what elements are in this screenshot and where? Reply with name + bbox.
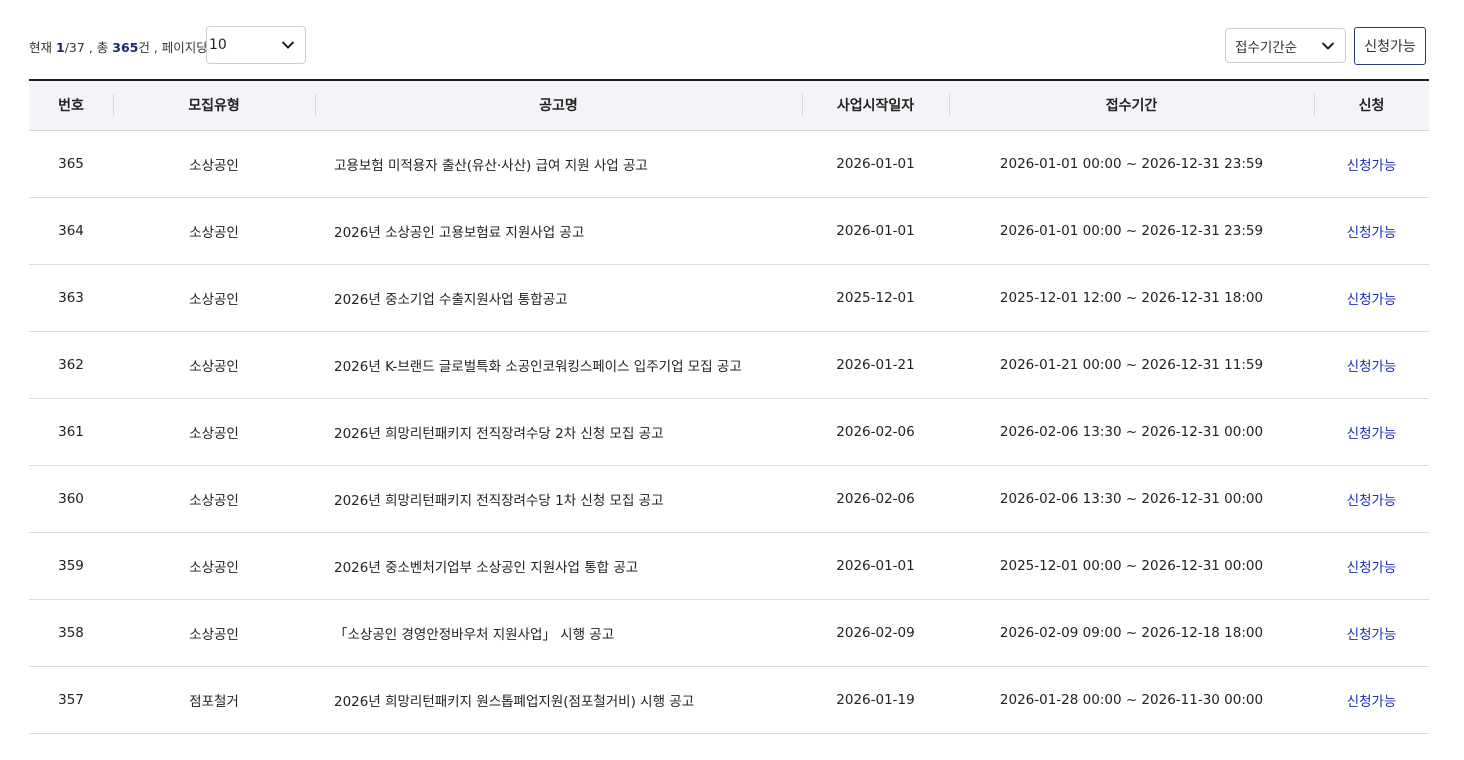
row-start-date: 2026-01-19 [836, 691, 915, 708]
row-period: 2025-12-01 12:00 ~ 2026-12-31 18:00 [999, 289, 1264, 306]
column-header-title: 공고명 [315, 80, 802, 131]
row-start-date: 2026-01-01 [836, 222, 915, 239]
row-number: 359 [58, 557, 84, 574]
row-number: 360 [58, 490, 84, 507]
column-header-number: 번호 [29, 80, 113, 131]
row-title[interactable]: 2026년 희망리턴패키지 전직장려수당 2차 신청 모집 공고 [315, 398, 802, 465]
chevron-down-icon [1321, 41, 1335, 50]
row-type: 소상공인 [189, 224, 239, 241]
row-number: 361 [58, 423, 84, 440]
row-title[interactable]: 고용보험 미적용자 출산(유산·사산) 급여 지원 사업 공고 [315, 130, 802, 197]
row-title[interactable]: 2026년 희망리턴패키지 전직장려수당 1차 신청 모집 공고 [315, 465, 802, 532]
row-start-date: 2026-01-01 [836, 557, 915, 574]
row-type: 점포철거 [189, 693, 239, 710]
sort-value: 접수기간순 [1235, 39, 1298, 56]
row-type: 소상공인 [189, 157, 239, 174]
table-row[interactable]: 359 소상공인 2026년 중소벤처기업부 소상공인 지원사업 통합 공고 2026… [29, 532, 1429, 599]
row-title[interactable]: 「소상공인 경영안정바우처 지원사업」 시행 공고 [315, 599, 802, 666]
row-number: 364 [58, 222, 84, 239]
applicable-filter-button[interactable]: 신청가능 [1354, 27, 1426, 65]
row-start-date: 2026-02-06 [836, 423, 915, 440]
row-status[interactable]: 신청가능 [1314, 264, 1429, 331]
row-number: 362 [58, 356, 84, 373]
row-period: 2025-12-01 00:00 ~ 2026-12-31 00:00 [999, 557, 1264, 574]
table-row[interactable]: 365 소상공인 고용보험 미적용자 출산(유산·사산) 급여 지원 사업 공고 20… [29, 130, 1429, 197]
list-toolbar: 현재 1/37 , 총 365건 , 페이지당 : 10 접수기간순 신청가능 [29, 26, 1429, 66]
row-status[interactable]: 신청가능 [1314, 599, 1429, 666]
per-page-value: 10 [209, 37, 227, 53]
row-start-date: 2026-01-01 [836, 155, 915, 172]
row-status[interactable]: 신청가능 [1314, 130, 1429, 197]
total-count: 365 [112, 40, 139, 55]
row-period: 2026-02-09 09:00 ~ 2026-12-18 18:00 [999, 624, 1264, 641]
chevron-down-icon [281, 41, 295, 49]
total-label: , 총 [88, 40, 109, 55]
row-status[interactable]: 신청가능 [1314, 331, 1429, 398]
table-row[interactable]: 364 소상공인 2026년 소상공인 고용보험료 지원사업 공고 2026-01-0… [29, 197, 1429, 264]
row-period: 2026-02-06 13:30 ~ 2026-12-31 00:00 [999, 490, 1264, 507]
current-page: 1 [56, 40, 65, 55]
row-type: 소상공인 [189, 358, 239, 375]
row-period: 2026-02-06 13:30 ~ 2026-12-31 00:00 [999, 423, 1264, 440]
result-summary: 현재 1/37 , 총 365건 , 페이지당 : [29, 37, 216, 56]
row-status[interactable]: 신청가능 [1314, 465, 1429, 532]
sort-select[interactable]: 접수기간순 [1225, 28, 1346, 63]
table-row[interactable]: 358 소상공인 「소상공인 경영안정바우처 지원사업」 시행 공고 2026-02-… [29, 599, 1429, 666]
row-status[interactable]: 신청가능 [1314, 666, 1429, 733]
row-title[interactable]: 2026년 소상공인 고용보험료 지원사업 공고 [315, 197, 802, 264]
total-pages: /37 [64, 40, 85, 55]
row-number: 365 [58, 155, 84, 172]
table-row[interactable]: 357 점포철거 2026년 희망리턴패키지 원스톱폐업지원(점포철거비) 시행 공… [29, 666, 1429, 733]
table-row[interactable]: 362 소상공인 2026년 K-브랜드 글로벌특화 소공인코워킹스페이스 입주기업… [29, 331, 1429, 398]
column-header-apply: 신청 [1314, 80, 1429, 131]
row-period: 2026-01-01 00:00 ~ 2026-12-31 23:59 [999, 222, 1264, 239]
column-header-period: 접수기간 [949, 80, 1314, 131]
row-type: 소상공인 [189, 425, 239, 442]
row-title[interactable]: 2026년 K-브랜드 글로벌특화 소공인코워킹스페이스 입주기업 모집 공고 [315, 331, 802, 398]
row-title[interactable]: 2026년 중소기업 수출지원사업 통합공고 [315, 264, 802, 331]
row-start-date: 2026-01-21 [836, 356, 915, 373]
row-title[interactable]: 2026년 중소벤처기업부 소상공인 지원사업 통합 공고 [315, 532, 802, 599]
row-number: 358 [58, 624, 84, 641]
row-type: 소상공인 [189, 291, 239, 308]
per-page-select[interactable]: 10 [206, 26, 306, 64]
row-status[interactable]: 신청가능 [1314, 532, 1429, 599]
table-row[interactable]: 361 소상공인 2026년 희망리턴패키지 전직장려수당 2차 신청 모집 공고 2… [29, 398, 1429, 465]
column-header-type: 모집유형 [113, 80, 315, 131]
row-number: 363 [58, 289, 84, 306]
row-start-date: 2026-02-06 [836, 490, 915, 507]
row-title[interactable]: 2026년 희망리턴패키지 원스톱폐업지원(점포철거비) 시행 공고 [315, 666, 802, 733]
announcement-table: 번호 모집유형 공고명 사업시작일자 접수기간 신청 365 소상공인 고용보험 미… [29, 79, 1429, 734]
column-header-start-date: 사업시작일자 [802, 80, 949, 131]
row-type: 소상공인 [189, 492, 239, 509]
row-number: 357 [58, 691, 84, 708]
row-status[interactable]: 신청가능 [1314, 197, 1429, 264]
table-row[interactable]: 363 소상공인 2026년 중소기업 수출지원사업 통합공고 2025-12-01 2… [29, 264, 1429, 331]
row-status[interactable]: 신청가능 [1314, 398, 1429, 465]
row-period: 2026-01-01 00:00 ~ 2026-12-31 23:59 [999, 155, 1264, 172]
row-type: 소상공인 [189, 559, 239, 576]
table-header-row: 번호 모집유형 공고명 사업시작일자 접수기간 신청 [29, 80, 1429, 131]
table-row[interactable]: 360 소상공인 2026년 희망리턴패키지 전직장려수당 1차 신청 모집 공고 2… [29, 465, 1429, 532]
row-start-date: 2025-12-01 [836, 289, 915, 306]
row-type: 소상공인 [189, 626, 239, 643]
row-period: 2026-01-28 00:00 ~ 2026-11-30 00:00 [999, 691, 1264, 708]
current-label: 현재 [29, 40, 53, 55]
row-start-date: 2026-02-09 [836, 624, 915, 641]
count-unit: 건 [138, 40, 150, 55]
row-period: 2026-01-21 00:00 ~ 2026-12-31 11:59 [999, 356, 1264, 373]
